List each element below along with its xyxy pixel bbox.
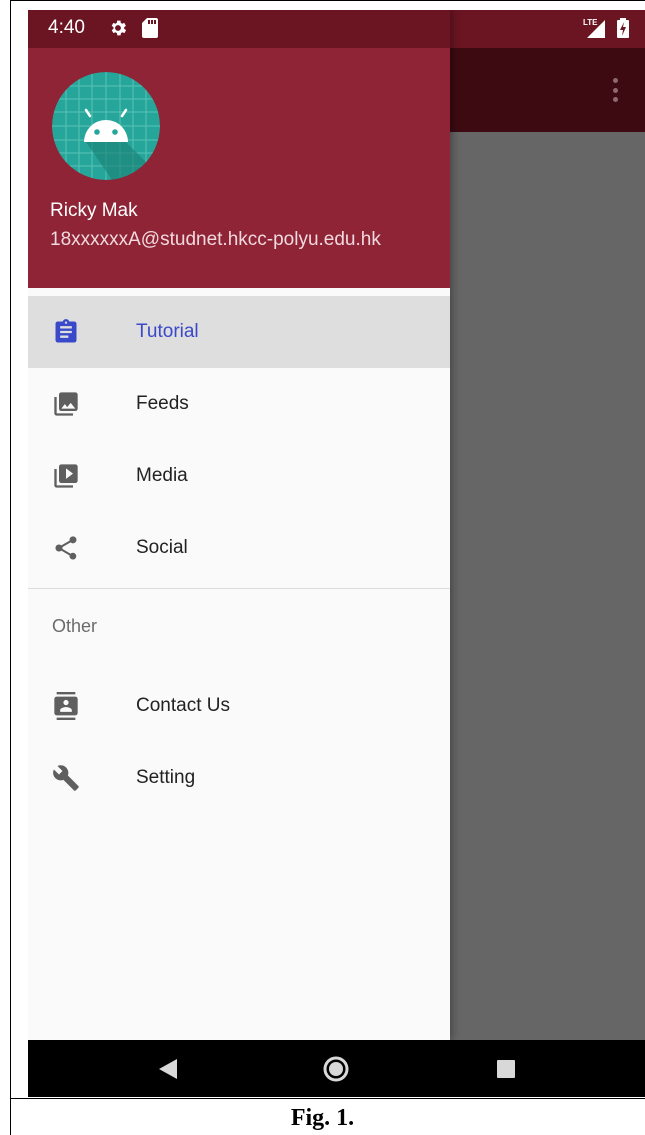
frame-left-border	[10, 0, 11, 1135]
user-email: 18xxxxxxA@studnet.hkcc-polyu.edu.hk	[50, 229, 381, 250]
frame-top-border	[10, 0, 645, 1]
home-circle-icon	[323, 1056, 349, 1081]
home-button[interactable]	[306, 1040, 366, 1097]
menu-item-label: Contact Us	[136, 695, 230, 716]
menu-item-label: Setting	[136, 767, 196, 788]
section-header-other: Other	[52, 616, 98, 636]
figure-caption: Fig. 1.	[290, 1105, 355, 1131]
system-nav-bar	[28, 1040, 645, 1097]
menu-item-social[interactable]: Social	[28, 512, 450, 584]
user-name: Ricky Mak	[50, 200, 138, 221]
menu-item-media[interactable]: Media	[28, 440, 450, 512]
menu-divider	[28, 588, 450, 589]
phone-screen: LTE 4:40 Ricky Mak 18xxxxxxA@studnet.hkc…	[28, 10, 645, 1097]
overflow-menu-icon[interactable]	[613, 78, 619, 102]
share-icon	[55, 536, 77, 560]
recents-square-icon	[497, 1059, 515, 1078]
menu-item-contact-us[interactable]: Contact Us	[28, 670, 450, 742]
menu-item-feeds[interactable]: Feeds	[28, 368, 450, 440]
status-time: 4:40	[48, 17, 85, 38]
frame-divider	[10, 1098, 645, 1099]
battery-icon	[617, 18, 629, 38]
status-left-icons	[108, 18, 158, 38]
contact-icon	[54, 692, 78, 720]
photo-library-icon	[54, 392, 78, 416]
drawer-header: Ricky Mak 18xxxxxxA@studnet.hkcc-polyu.e…	[28, 48, 450, 288]
lte-signal-icon: LTE	[583, 18, 607, 38]
menu-item-label: Feeds	[136, 393, 189, 414]
sd-card-icon	[142, 18, 158, 38]
back-button[interactable]	[138, 1040, 198, 1097]
back-triangle-icon	[159, 1058, 177, 1079]
menu-item-setting[interactable]: Setting	[28, 742, 450, 814]
video-library-icon	[54, 464, 78, 488]
menu-item-label: Tutorial	[136, 321, 199, 342]
menu-item-tutorial[interactable]: Tutorial	[28, 296, 450, 368]
status-right-icons: LTE	[583, 18, 629, 38]
wrench-icon	[53, 765, 79, 791]
menu-item-label: Media	[136, 465, 188, 486]
drawer-status-bar: 4:40	[28, 10, 450, 48]
recents-button[interactable]	[476, 1040, 536, 1097]
settings-gear-icon	[111, 20, 127, 36]
clipboard-icon	[55, 319, 77, 343]
menu-item-label: Social	[136, 537, 188, 558]
avatar[interactable]	[52, 72, 160, 180]
navigation-drawer: 4:40 Ricky Mak 18xxxxxxA@studnet.hkcc-po…	[28, 10, 450, 1040]
